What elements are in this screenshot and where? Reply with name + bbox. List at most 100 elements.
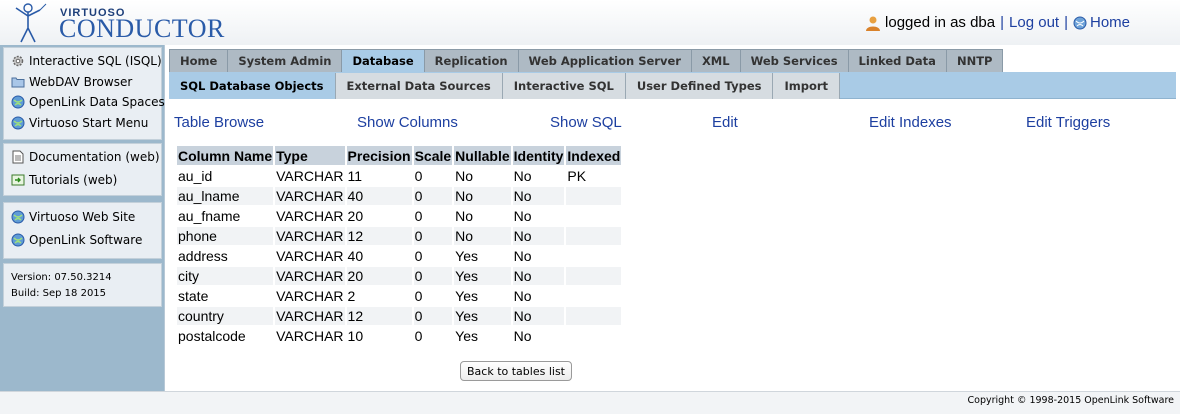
virtuoso-logo[interactable]: VIRTUOSO CONDUCTOR [8,2,224,44]
tab-replication[interactable]: Replication [423,49,518,72]
table-cell: VARCHAR [275,207,345,225]
table-row: address VARCHAR 40 0 Yes No [177,247,622,265]
table-cell [566,207,622,225]
conductor-page: VIRTUOSO CONDUCTOR logged in as dba | Lo… [0,0,1180,414]
table-cell: PK [566,167,622,185]
tab-web-application-server[interactable]: Web Application Server [517,49,691,72]
columns-table: Column Name Type Precision Scale Nullabl… [175,144,623,347]
table-cell: VARCHAR [275,187,345,205]
table-cell: VARCHAR [275,327,345,345]
sidebar-item-data-spaces[interactable]: OpenLink Data Spaces [11,95,165,109]
table-cell: state [177,287,274,305]
table-cell: 0 [413,207,453,225]
sidebar-version-box: Version: 07.50.3214 Build: Sep 18 2015 [3,263,162,307]
table-cell: au_fname [177,207,274,225]
table-cell: No [512,227,565,245]
table-cell: No [512,287,565,305]
show-sql-link[interactable]: Show SQL [550,114,622,131]
table-cell: VARCHAR [275,167,345,185]
copyright-text: Copyright © 1998-2015 OpenLink Software [967,395,1175,406]
logged-in-text: logged in as dba [885,14,996,31]
subtab-import[interactable]: Import [773,73,841,99]
sidebar-docs-group: Documentation (web) Tutorials (web) [3,143,162,196]
table-cell: phone [177,227,274,245]
table-cell: No [512,207,565,225]
show-columns-link[interactable]: Show Columns [357,114,458,131]
table-row: country VARCHAR 12 0 Yes No [177,307,622,325]
table-cell: No [512,187,565,205]
subtab-interactive-sql[interactable]: Interactive SQL [502,73,626,99]
table-cell: address [177,247,274,265]
table-row: au_lname VARCHAR 40 0 No No [177,187,622,205]
back-to-tables-button[interactable]: Back to tables list [460,361,572,381]
sidebar-item-isql[interactable]: Interactive SQL (ISQL) [11,54,162,68]
column-header: Precision [346,146,412,165]
sidebar-item-label: OpenLink Software [29,233,143,247]
edit-triggers-link[interactable]: Edit Triggers [1026,114,1110,131]
page-header: VIRTUOSO CONDUCTOR logged in as dba | Lo… [0,0,1180,45]
table-cell: 0 [413,227,453,245]
column-header: Identity [512,146,565,165]
table-row: state VARCHAR 2 0 Yes No [177,287,622,305]
tab-home[interactable]: Home [169,49,228,72]
tab-system-admin[interactable]: System Admin [227,49,342,72]
version-text: Version: 07.50.3214 [11,272,112,283]
sidebar-item-tutorials[interactable]: Tutorials (web) [11,173,117,187]
table-row: au_id VARCHAR 11 0 No No PK [177,167,622,185]
folder-icon [11,77,25,88]
tab-web-services[interactable]: Web Services [739,49,848,72]
table-cell: au_lname [177,187,274,205]
table-cell [566,267,622,285]
table-browse-link[interactable]: Table Browse [174,114,264,131]
logout-link[interactable]: Log out [1009,14,1059,31]
table-cell: 2 [346,287,412,305]
table-cell: 0 [413,167,453,185]
user-icon [866,16,881,31]
table-cell: No [512,327,565,345]
subtab-sql-database-objects[interactable]: SQL Database Objects [169,73,336,99]
document-icon [12,150,24,164]
edit-link[interactable]: Edit [712,114,738,131]
table-cell: Yes [454,287,511,305]
home-link[interactable]: Home [1090,14,1130,31]
table-cell: 40 [346,247,412,265]
sidebar-item-virtuoso-site[interactable]: Virtuoso Web Site [11,210,135,224]
table-cell: Yes [454,327,511,345]
table-row: city VARCHAR 20 0 Yes No [177,267,622,285]
table-cell: Yes [454,307,511,325]
subtab-user-defined-types[interactable]: User Defined Types [625,73,774,99]
sidebar-item-openlink[interactable]: OpenLink Software [11,233,142,247]
edit-indexes-link[interactable]: Edit Indexes [869,114,952,131]
sidebar-item-documentation[interactable]: Documentation (web) [11,150,160,164]
tab-xml[interactable]: XML [690,49,740,72]
table-cell: 0 [413,327,453,345]
table-cell: No [512,307,565,325]
sidebar-item-webdav[interactable]: WebDAV Browser [11,75,132,89]
separator: | [1064,14,1068,31]
tab-nntp[interactable]: NNTP [945,49,1004,72]
table-cell: VARCHAR [275,247,345,265]
table-cell: city [177,267,274,285]
build-text: Build: Sep 18 2015 [11,288,107,299]
tutorial-icon [11,174,25,186]
subtab-external-data-sources[interactable]: External Data Sources [335,73,503,99]
table-cell: No [512,267,565,285]
table-row: phone VARCHAR 12 0 No No [177,227,622,245]
table-cell: 0 [413,287,453,305]
table-cell: No [512,167,565,185]
column-header: Nullable [454,146,511,165]
sidebar-item-start-menu[interactable]: Virtuoso Start Menu [11,116,148,130]
table-cell: No [512,247,565,265]
table-cell: 20 [346,207,412,225]
tab-linked-data[interactable]: Linked Data [847,49,946,72]
home-globe-icon [1073,16,1087,29]
globe-icon [11,116,25,130]
table-cell: No [454,227,511,245]
tab-database[interactable]: Database [341,49,424,72]
table-cell [566,307,622,325]
conductor-figure-icon [15,3,47,43]
sidebar-item-label: Virtuoso Start Menu [29,116,149,130]
sidebar: Interactive SQL (ISQL) WebDAV Browser Op… [0,45,165,391]
table-cell: VARCHAR [275,267,345,285]
column-header: Indexed [566,146,622,165]
